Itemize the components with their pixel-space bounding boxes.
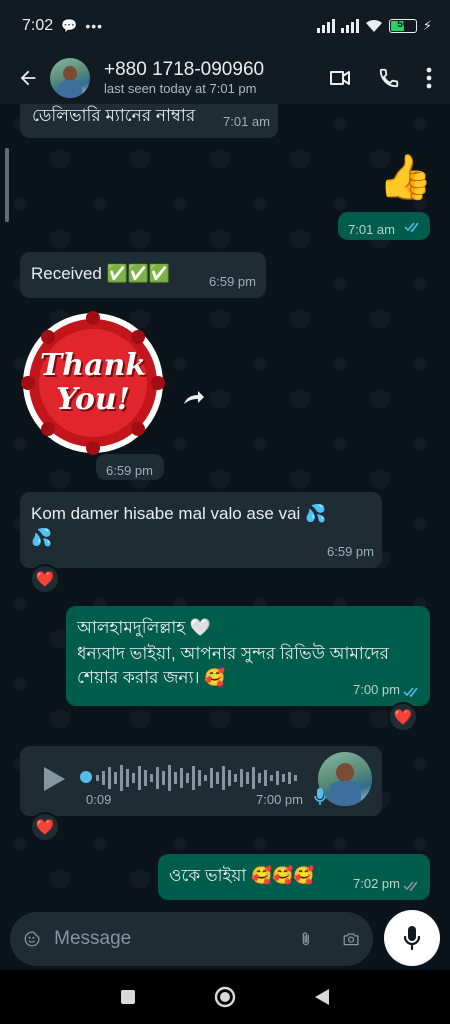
sticker-time-badge: 6:59 pm [96, 454, 164, 480]
status-time: 7:02 [22, 17, 54, 34]
reaction-badge[interactable]: ❤️ [388, 702, 418, 732]
chat-header: +880 1718-090960 last seen today at 7:01… [0, 52, 450, 104]
message-outgoing[interactable]: আলহামদুলিল্লাহ 🤍 ধন্যবাদ ভাইয়া, আপনার স… [66, 606, 430, 706]
message-text: ওকে ভাইয়া 🥰🥰🥰 [169, 866, 315, 885]
read-ticks-icon [403, 687, 418, 698]
chat-notification-icon: 💬 [61, 18, 78, 33]
message-text: Received ✅✅✅ [31, 264, 171, 283]
heart-reaction-icon: ❤️ [35, 571, 55, 588]
thumbs-up-emoji[interactable]: 👍 [378, 152, 433, 204]
heart-reaction-icon: ❤️ [35, 819, 55, 836]
message-time: 6:59 pm [327, 544, 374, 559]
message-time: 7:00 pm [353, 682, 400, 697]
contact-info[interactable]: +880 1718-090960 last seen today at 7:01… [104, 59, 328, 97]
message-time: 7:01 am [348, 222, 395, 237]
signal-icon-2 [340, 19, 359, 33]
read-ticks-icon [404, 222, 419, 233]
recents-icon[interactable] [120, 989, 136, 1005]
thank-you-sticker[interactable]: Thank You! [20, 310, 166, 456]
system-nav-bar [0, 970, 450, 1024]
battery-level: 56 [397, 19, 409, 30]
voice-mic-icon [314, 788, 326, 805]
emoji-sticker-icon[interactable] [24, 926, 40, 952]
video-call-icon[interactable] [328, 66, 352, 90]
message-outgoing[interactable]: 7:01 am [338, 212, 430, 240]
message-time: 7:01 am [223, 114, 270, 129]
scrollbar[interactable] [5, 148, 9, 222]
voice-duration: 0:09 [86, 792, 112, 807]
mic-icon [403, 926, 421, 951]
message-incoming[interactable]: Received ✅✅✅ 6:59 pm [20, 252, 266, 298]
home-icon[interactable] [214, 986, 236, 1008]
more-notifications-icon: ••• [85, 18, 104, 34]
signal-icon [316, 19, 335, 33]
contact-name: +880 1718-090960 [104, 59, 265, 80]
battery-icon: 56 [388, 19, 417, 33]
message-incoming[interactable]: Kom damer hisabe mal valo ase vai 💦 💦 6:… [20, 492, 382, 568]
message-time: 7:00 pm [256, 792, 303, 807]
message-text: Kom damer hisabe mal valo ase vai 💦 💦 [31, 504, 327, 547]
message-input[interactable] [54, 928, 300, 950]
back-nav-icon[interactable] [314, 988, 330, 1006]
sticker-text-line2: You! [56, 382, 130, 417]
message-time: 7:02 pm [353, 876, 400, 891]
more-options-icon[interactable] [426, 67, 432, 89]
message-time: 6:59 pm [209, 274, 256, 289]
voice-call-icon[interactable] [378, 67, 400, 89]
message-text-line1: আলহামদুলিল্লাহ 🤍 [77, 618, 212, 637]
back-arrow-icon [20, 70, 36, 86]
camera-icon[interactable] [343, 928, 359, 950]
heart-reaction-icon: ❤️ [393, 709, 413, 726]
read-ticks-icon [403, 881, 418, 892]
last-seen: last seen today at 7:01 pm [104, 81, 257, 96]
back-button[interactable] [12, 62, 44, 94]
voice-sender-avatar [318, 752, 372, 806]
composer-bar [0, 910, 450, 970]
sticker-text-line1: Thank [39, 348, 147, 383]
message-input-container[interactable] [10, 912, 373, 966]
attach-icon[interactable] [299, 926, 313, 952]
contact-avatar[interactable] [50, 58, 90, 98]
forward-icon[interactable] [180, 384, 206, 410]
voice-message[interactable]: 0:09 7:00 pm [20, 746, 382, 816]
wifi-icon [365, 19, 382, 32]
reaction-badge[interactable]: ❤️ [30, 812, 60, 842]
charging-icon: ⚡ [422, 18, 432, 33]
message-incoming[interactable]: ডেলিভারি ম্যানের নাম্বার 7:01 am [20, 104, 278, 138]
mic-button[interactable] [384, 910, 440, 966]
message-text: ডেলিভারি ম্যানের নাম্বার [32, 106, 196, 125]
message-time: 6:59 pm [106, 463, 153, 478]
reaction-badge[interactable]: ❤️ [30, 564, 60, 594]
chat-area[interactable]: ডেলিভারি ম্যানের নাম্বার 7:01 am 👍 7:01 … [0, 104, 450, 910]
play-icon[interactable] [42, 766, 66, 792]
status-bar: 7:02 💬 ••• 56 ⚡ [0, 0, 450, 52]
message-outgoing[interactable]: ওকে ভাইয়া 🥰🥰🥰 7:02 pm [158, 854, 430, 900]
